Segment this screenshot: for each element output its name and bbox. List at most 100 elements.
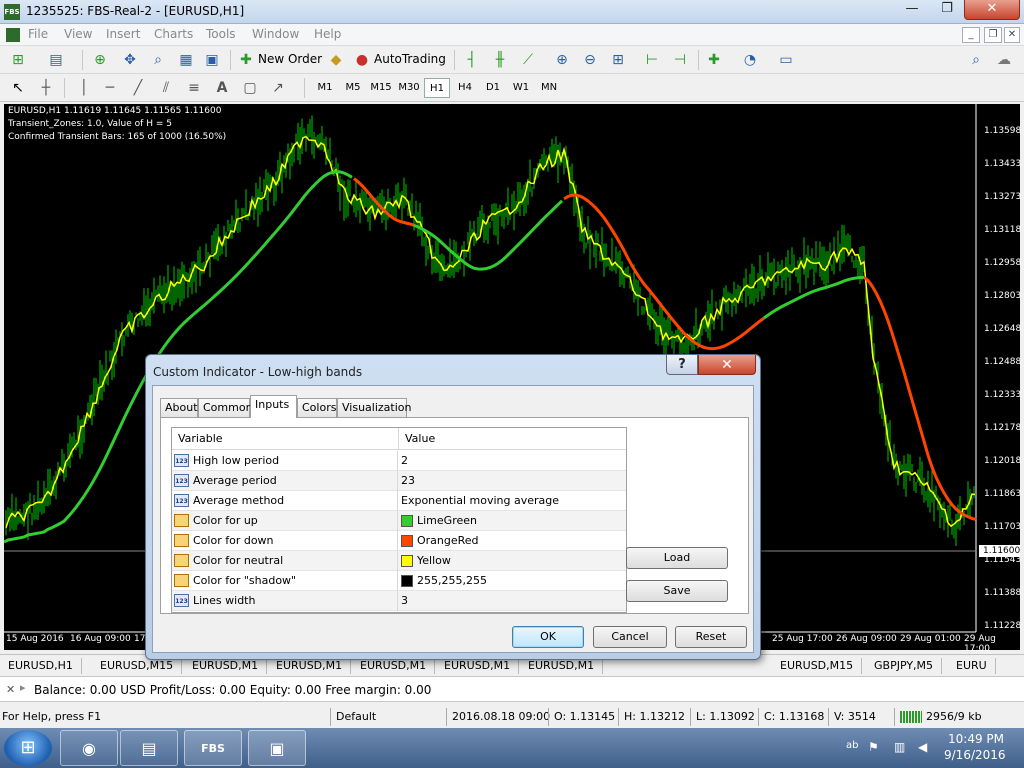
clock-date[interactable]: 9/16/2016 [944,748,1006,762]
help-button[interactable]: ? [666,355,698,375]
chart-tab[interactable]: EURUSD,M1 [520,658,604,674]
input-value[interactable]: 2 [401,454,408,467]
tab-visualization[interactable]: Visualization [337,398,411,417]
input-row[interactable]: Color for down OrangeRed [172,531,626,551]
input-value[interactable]: 3 [401,594,408,607]
chart-tab[interactable]: EURUSD,M15 [92,658,183,674]
ok-button[interactable]: OK [512,626,584,648]
bar-chart-icon[interactable]: ┤ [462,50,482,70]
new-order-button[interactable]: New Order [258,52,322,66]
load-button[interactable]: Load [626,547,728,569]
dialog-close-button[interactable]: ✕ [698,355,756,375]
text-icon[interactable]: A [212,78,232,98]
chart-shift-icon[interactable]: ⊣ [670,50,690,70]
indicators-icon[interactable]: ✚ [704,50,724,70]
data-window-icon[interactable]: ⌕ [148,50,168,70]
autotrading-button[interactable]: AutoTrading [374,52,446,66]
strategy-tester-icon[interactable]: ▣ [202,50,222,70]
text-label-icon[interactable]: ▢ [240,78,260,98]
terminal-icon[interactable]: ▦ [176,50,196,70]
auto-scroll-icon[interactable]: ⊢ [642,50,662,70]
tile-windows-icon[interactable]: ⊞ [608,50,628,70]
menu-file[interactable]: File [28,27,48,41]
chart-tab[interactable]: EURUSD,M1 [268,658,352,674]
search-icon[interactable]: ⌕ [966,50,986,70]
trendline-icon[interactable]: ╱ [128,78,148,98]
arrows-icon[interactable]: ↗ [268,78,288,98]
input-row[interactable]: 123 High low period 2 [172,451,626,471]
input-row[interactable]: Color for up LimeGreen [172,511,626,531]
minimize-button[interactable]: — [895,0,929,20]
menu-tools[interactable]: Tools [206,27,236,41]
timeframe-m5[interactable]: M5 [340,78,366,98]
timeframe-h4[interactable]: H4 [452,78,478,98]
periods-icon[interactable]: ◔ [740,50,760,70]
reset-button[interactable]: Reset [675,626,747,648]
fibonacci-icon[interactable]: ≡ [184,78,204,98]
metaeditor-icon[interactable]: ◆ [326,50,346,70]
menu-charts[interactable]: Charts [154,27,193,41]
maximize-button[interactable]: ❐ [930,0,964,20]
input-row[interactable]: Color for neutral Yellow [172,551,626,571]
input-value[interactable]: Yellow [417,554,451,567]
timeframe-w1[interactable]: W1 [508,78,534,98]
save-button[interactable]: Save [626,580,728,602]
color-swatch[interactable] [401,535,413,547]
windows-start-icon[interactable]: ⊞ [4,730,52,766]
autotrading-icon[interactable]: ● [352,50,372,70]
column-header-variable[interactable]: Variable [172,428,398,450]
window-title-bar[interactable]: FBS 1235525: FBS-Real-2 - [EURUSD,H1] — … [0,0,1024,24]
new-chart-icon[interactable]: ⊞ [8,50,28,70]
input-value[interactable]: 23 [401,474,415,487]
menu-window[interactable]: Window [252,27,299,41]
mdi-close-button[interactable]: ✕ [1004,27,1020,43]
line-chart-icon[interactable]: ⟋ [518,50,538,70]
horizontal-line-icon[interactable]: ─ [100,78,120,98]
column-header-value[interactable]: Value [398,428,626,450]
cursor-icon[interactable]: ↖ [8,78,28,98]
chart-tab[interactable]: EURUSD,M1 [184,658,268,674]
clock-time[interactable]: 10:49 PM [948,732,1004,746]
document-icon[interactable] [6,28,20,42]
network-icon[interactable]: ▥ [894,740,905,754]
timeframe-h1[interactable]: H1 [424,78,450,98]
menu-insert[interactable]: Insert [106,27,140,41]
timeframe-m30[interactable]: M30 [396,78,422,98]
crosshair-icon[interactable]: ┼ [36,78,56,98]
zoom-out-icon[interactable]: ⊖ [580,50,600,70]
market-watch-icon[interactable]: ⊕ [90,50,110,70]
profiles-icon[interactable]: ▤ [46,50,66,70]
new-order-icon[interactable]: ✚ [236,50,256,70]
mdi-minimize-button[interactable]: _ [962,27,980,43]
chart-tab[interactable]: EURUSD,M1 [352,658,436,674]
zoom-in-icon[interactable]: ⊕ [552,50,572,70]
picture-viewer-icon[interactable]: ▣ [248,730,306,766]
tab-common[interactable]: Common [198,398,253,417]
color-swatch[interactable] [401,575,413,587]
tab-about[interactable]: About [160,398,198,417]
menu-view[interactable]: View [64,27,92,41]
input-value[interactable]: Exponential moving average [401,494,559,507]
timeframe-m1[interactable]: M1 [312,78,338,98]
input-value[interactable]: LimeGreen [417,514,477,527]
timeframe-m15[interactable]: M15 [368,78,394,98]
timeframe-d1[interactable]: D1 [480,78,506,98]
timeframe-mn[interactable]: MN [536,78,562,98]
input-row[interactable]: 123 Lines width 3 [172,591,626,611]
volume-icon[interactable]: ◀ [918,740,927,754]
color-swatch[interactable] [401,515,413,527]
firefox-icon[interactable]: ◉ [60,730,118,766]
input-row[interactable]: Color for "shadow" 255,255,255 [172,571,626,591]
chart-tab[interactable]: GBPJPY,M5 [866,658,943,674]
navigator-icon[interactable]: ✥ [120,50,140,70]
input-value[interactable]: OrangeRed [417,534,479,547]
mdi-restore-button[interactable]: ❐ [984,27,1002,43]
color-swatch[interactable] [401,555,413,567]
close-window-button[interactable]: ✕ [964,0,1020,20]
candlestick-icon[interactable]: ╫ [490,50,510,70]
input-row[interactable]: 123 Average period 23 [172,471,626,491]
templates-icon[interactable]: ▭ [776,50,796,70]
fbs-taskbar-item[interactable]: FBS [184,730,242,766]
input-row[interactable]: 123 Average method Exponential moving aver… [172,491,626,511]
chart-tab[interactable]: EURUSD,M1 [436,658,520,674]
